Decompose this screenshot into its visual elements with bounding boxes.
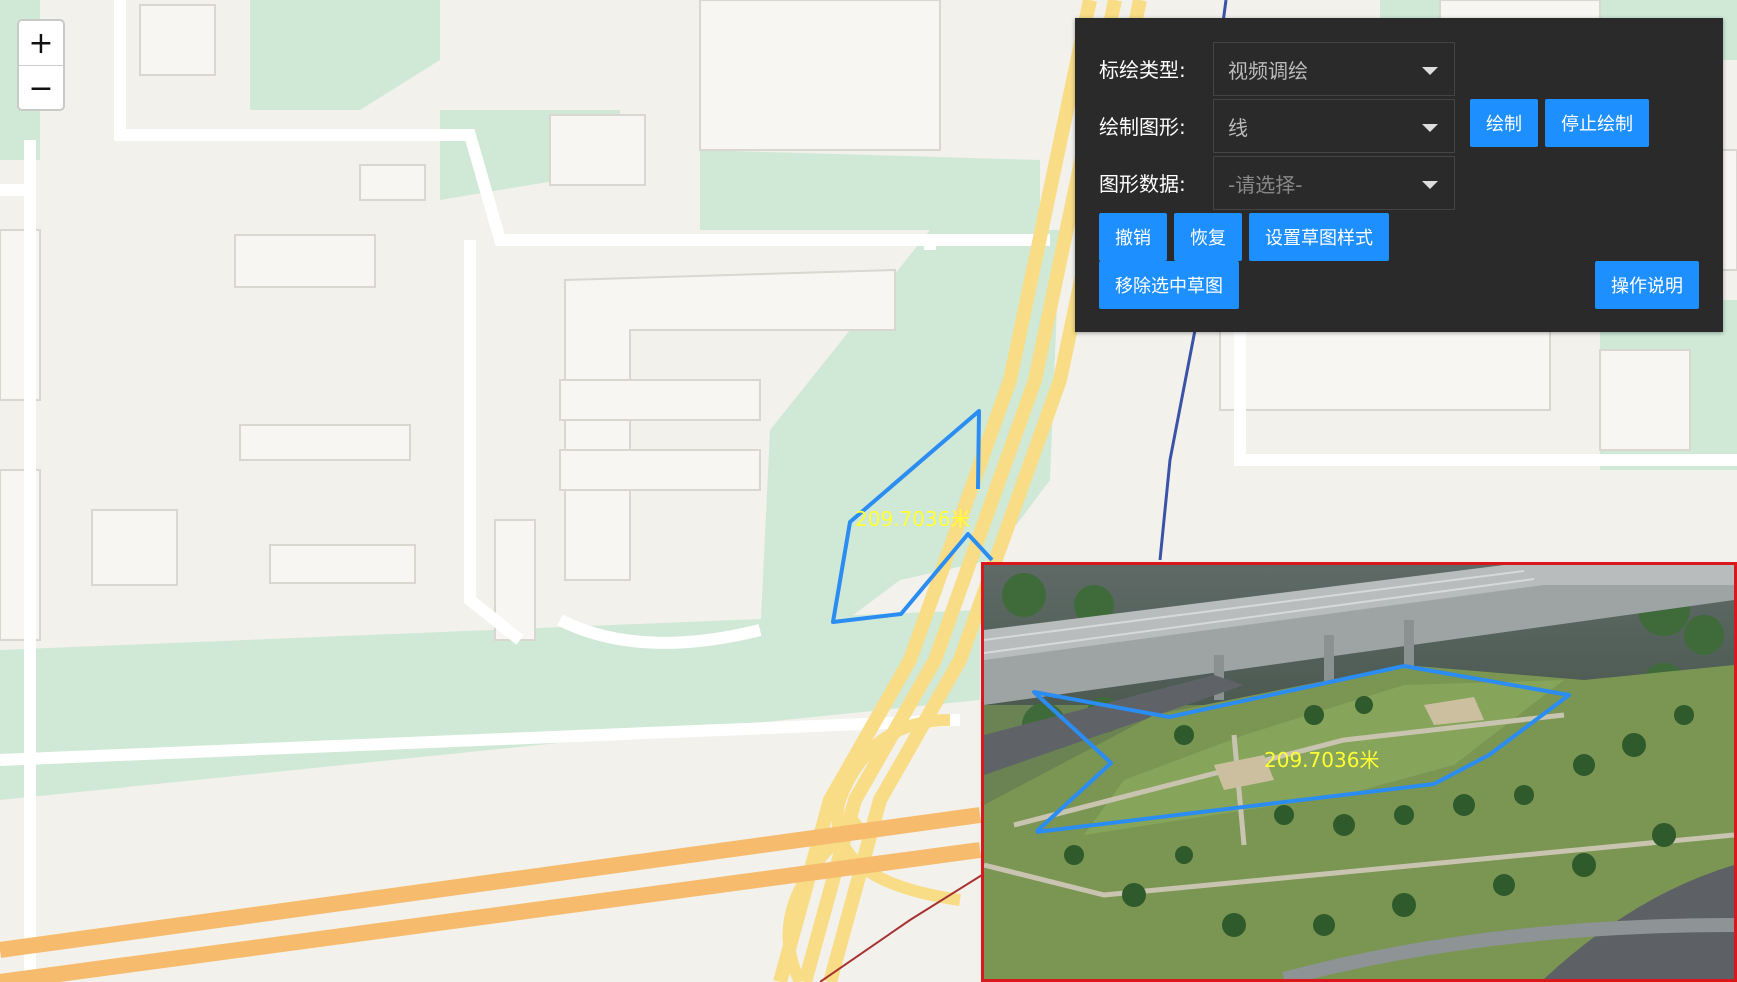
set-sketch-style-button[interactable]: 设置草图样式 <box>1249 213 1389 261</box>
remove-selected-sketch-button[interactable]: 移除选中草图 <box>1099 261 1239 309</box>
stop-draw-button[interactable]: 停止绘制 <box>1545 99 1649 147</box>
shape-data-placeholder: -请选择- <box>1228 172 1303 197</box>
undo-button[interactable]: 撤销 <box>1099 213 1167 261</box>
zoom-control: + − <box>17 19 65 111</box>
zoom-in-button[interactable]: + <box>19 21 63 65</box>
draw-button[interactable]: 绘制 <box>1470 99 1538 147</box>
plot-type-value: 视频调绘 <box>1228 58 1308 83</box>
chevron-down-icon <box>1422 124 1438 132</box>
chevron-down-icon <box>1422 181 1438 189</box>
video-window[interactable]: 209.7036米 <box>981 562 1737 982</box>
measure-label: 209.7036米 <box>855 507 970 531</box>
shape-data-label: 图形数据: <box>1099 172 1186 196</box>
help-button[interactable]: 操作说明 <box>1595 261 1699 309</box>
redo-button[interactable]: 恢复 <box>1174 213 1242 261</box>
plot-type-label: 标绘类型: <box>1099 58 1186 82</box>
shape-label: 绘制图形: <box>1099 115 1186 139</box>
shape-data-select[interactable]: -请选择- <box>1213 156 1455 210</box>
chevron-down-icon <box>1422 67 1438 75</box>
plotting-panel: 标绘类型: 视频调绘 绘制图形: 线 图形数据: -请选择- 绘制 停止绘制 撤… <box>1075 18 1723 332</box>
zoom-out-button[interactable]: − <box>19 65 63 110</box>
video-measure-label: 209.7036米 <box>1264 748 1379 772</box>
shape-select[interactable]: 线 <box>1213 99 1455 153</box>
video-frame: 209.7036米 <box>984 565 1734 979</box>
plot-type-select[interactable]: 视频调绘 <box>1213 42 1455 96</box>
shape-value: 线 <box>1228 115 1248 140</box>
